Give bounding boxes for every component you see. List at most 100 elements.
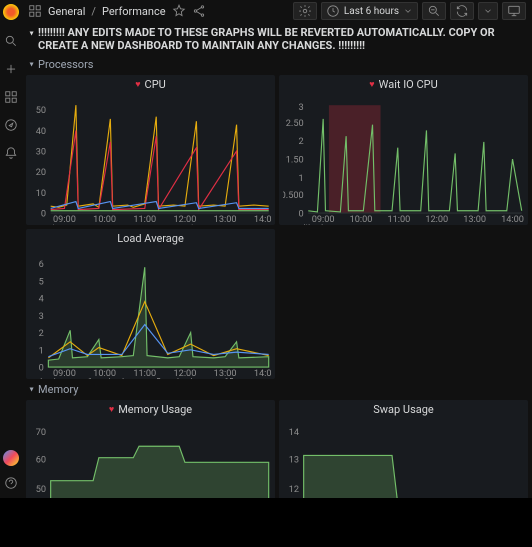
breadcrumb-dashboard[interactable]: Performance [102,5,166,18]
svg-text:13:00: 13:00 [214,368,237,376]
panel-cpu[interactable]: ♥ CPU 0 10 20 30 40 50 [26,75,275,225]
breadcrumb-folder[interactable]: General [48,5,85,18]
explore-icon[interactable] [4,118,18,132]
svg-text:13:00: 13:00 [214,214,237,222]
svg-text:4: 4 [39,294,44,305]
svg-text:14:00: 14:00 [254,368,271,376]
time-range-button[interactable]: Last 6 hours [321,2,418,20]
svg-text:50: 50 [36,105,46,116]
panel-waitio[interactable]: ♥Wait IO CPU 0 0.500 1 1.50 2 2.50 3 [279,75,528,225]
panel-memusage[interactable]: ♥ Memory Usage 40 50 60 70 [26,400,275,498]
user-avatar-icon[interactable] [3,450,19,466]
svg-text:50: 50 [36,484,46,495]
settings-button[interactable] [293,2,317,20]
section-label: Processors [38,58,93,71]
monitor-icon [507,4,521,18]
svg-text:14: 14 [289,427,299,438]
chevron-down-icon [483,6,493,16]
svg-text:13: 13 [289,454,299,465]
panel-load[interactable]: Load Average 0 1 2 3 4 5 6 [26,229,275,379]
tv-mode-button[interactable] [502,2,526,20]
nav-sidebar [0,0,22,498]
legend: waiting.io.cpu [279,223,528,225]
svg-text:10: 10 [36,188,46,199]
refresh-icon [455,4,469,18]
svg-text:11:00: 11:00 [133,368,156,376]
heart-icon: ♥ [109,404,114,415]
panel-title: Wait IO CPU [379,78,438,91]
waitio-chart: 0 0.500 1 1.50 2 2.50 3 09:00 10:00 [283,96,524,222]
svg-text:11:00: 11:00 [387,214,410,222]
svg-text:0: 0 [39,362,44,373]
svg-text:14:00: 14:00 [501,214,524,222]
zoom-out-button[interactable] [422,2,446,20]
svg-text:14:00: 14:00 [254,214,271,222]
help-icon[interactable] [4,476,18,490]
time-range-label: Last 6 hours [344,6,399,17]
plus-icon[interactable] [4,62,18,76]
breadcrumb-separator: / [91,5,96,18]
svg-text:3: 3 [299,102,304,113]
svg-text:20: 20 [36,167,46,178]
swap-chart: 11 12 13 14 [283,421,524,498]
chevron-down-icon[interactable]: ▸ [28,31,37,35]
svg-text:0: 0 [41,208,46,219]
chevron-down-icon [403,6,413,16]
gear-icon [298,4,312,18]
svg-text:0: 0 [299,208,304,219]
svg-text:1: 1 [39,345,44,356]
zoom-out-icon [427,4,441,18]
svg-text:09:00: 09:00 [53,368,76,376]
svg-text:12:00: 12:00 [174,214,197,222]
refresh-button[interactable] [450,2,474,20]
clock-icon [326,4,340,18]
panel-title: Swap Usage [373,403,434,416]
panel-title: Memory Usage [118,403,192,416]
svg-text:70: 70 [36,427,46,438]
svg-text:2: 2 [299,136,304,147]
heart-icon: ♥ [135,79,140,90]
annotation-region [329,105,381,213]
section-label: Memory [38,383,78,396]
svg-text:30: 30 [36,147,46,158]
svg-text:5: 5 [39,276,44,287]
svg-text:6: 6 [39,259,44,270]
svg-text:0.500: 0.500 [283,190,304,201]
svg-text:10:00: 10:00 [350,214,373,222]
warning-text: !!!!!!!!! ANY EDITS MADE TO THESE GRAPHS… [38,26,524,52]
svg-text:09:00: 09:00 [53,214,76,222]
warning-row: ▸ !!!!!!!!! ANY EDITS MADE TO THESE GRAP… [22,22,532,56]
dashboards-grid-icon[interactable] [28,4,42,18]
star-icon[interactable] [172,4,186,18]
heart-icon: ♥ [369,79,374,90]
svg-text:12:00: 12:00 [174,368,197,376]
svg-text:2: 2 [39,328,44,339]
svg-text:1: 1 [299,173,304,184]
legend: load.average.1 load.average.5 load.avera… [26,377,275,379]
refresh-interval-button[interactable] [478,2,498,20]
svg-text:09:00: 09:00 [312,214,335,222]
svg-text:11:00: 11:00 [133,214,156,222]
dashboards-icon[interactable] [4,90,18,104]
svg-text:12: 12 [289,484,299,495]
svg-text:10:00: 10:00 [93,214,116,222]
section-processors[interactable]: ▸ Processors [22,56,532,73]
breadcrumb: General / Performance [48,5,166,18]
alerting-icon[interactable] [4,146,18,160]
panel-title: CPU [145,78,166,91]
search-icon[interactable] [4,34,18,48]
section-memory[interactable]: ▸ Memory [22,381,532,398]
svg-text:10:00: 10:00 [93,368,116,376]
memusage-chart: 40 50 60 70 [30,421,271,498]
svg-text:1.50: 1.50 [286,155,304,166]
topbar: General / Performance Last 6 hours [22,0,532,22]
svg-text:60: 60 [36,454,46,465]
svg-text:40: 40 [36,126,46,137]
svg-text:13:00: 13:00 [463,214,486,222]
share-icon[interactable] [192,4,206,18]
panel-title: Load Average [117,232,184,245]
panel-swap[interactable]: Swap Usage 11 12 13 14 [279,400,528,498]
svg-text:12:00: 12:00 [425,214,448,222]
load-chart: 0 1 2 3 4 5 6 09:00 [30,250,271,376]
grafana-logo-icon[interactable] [3,4,19,20]
